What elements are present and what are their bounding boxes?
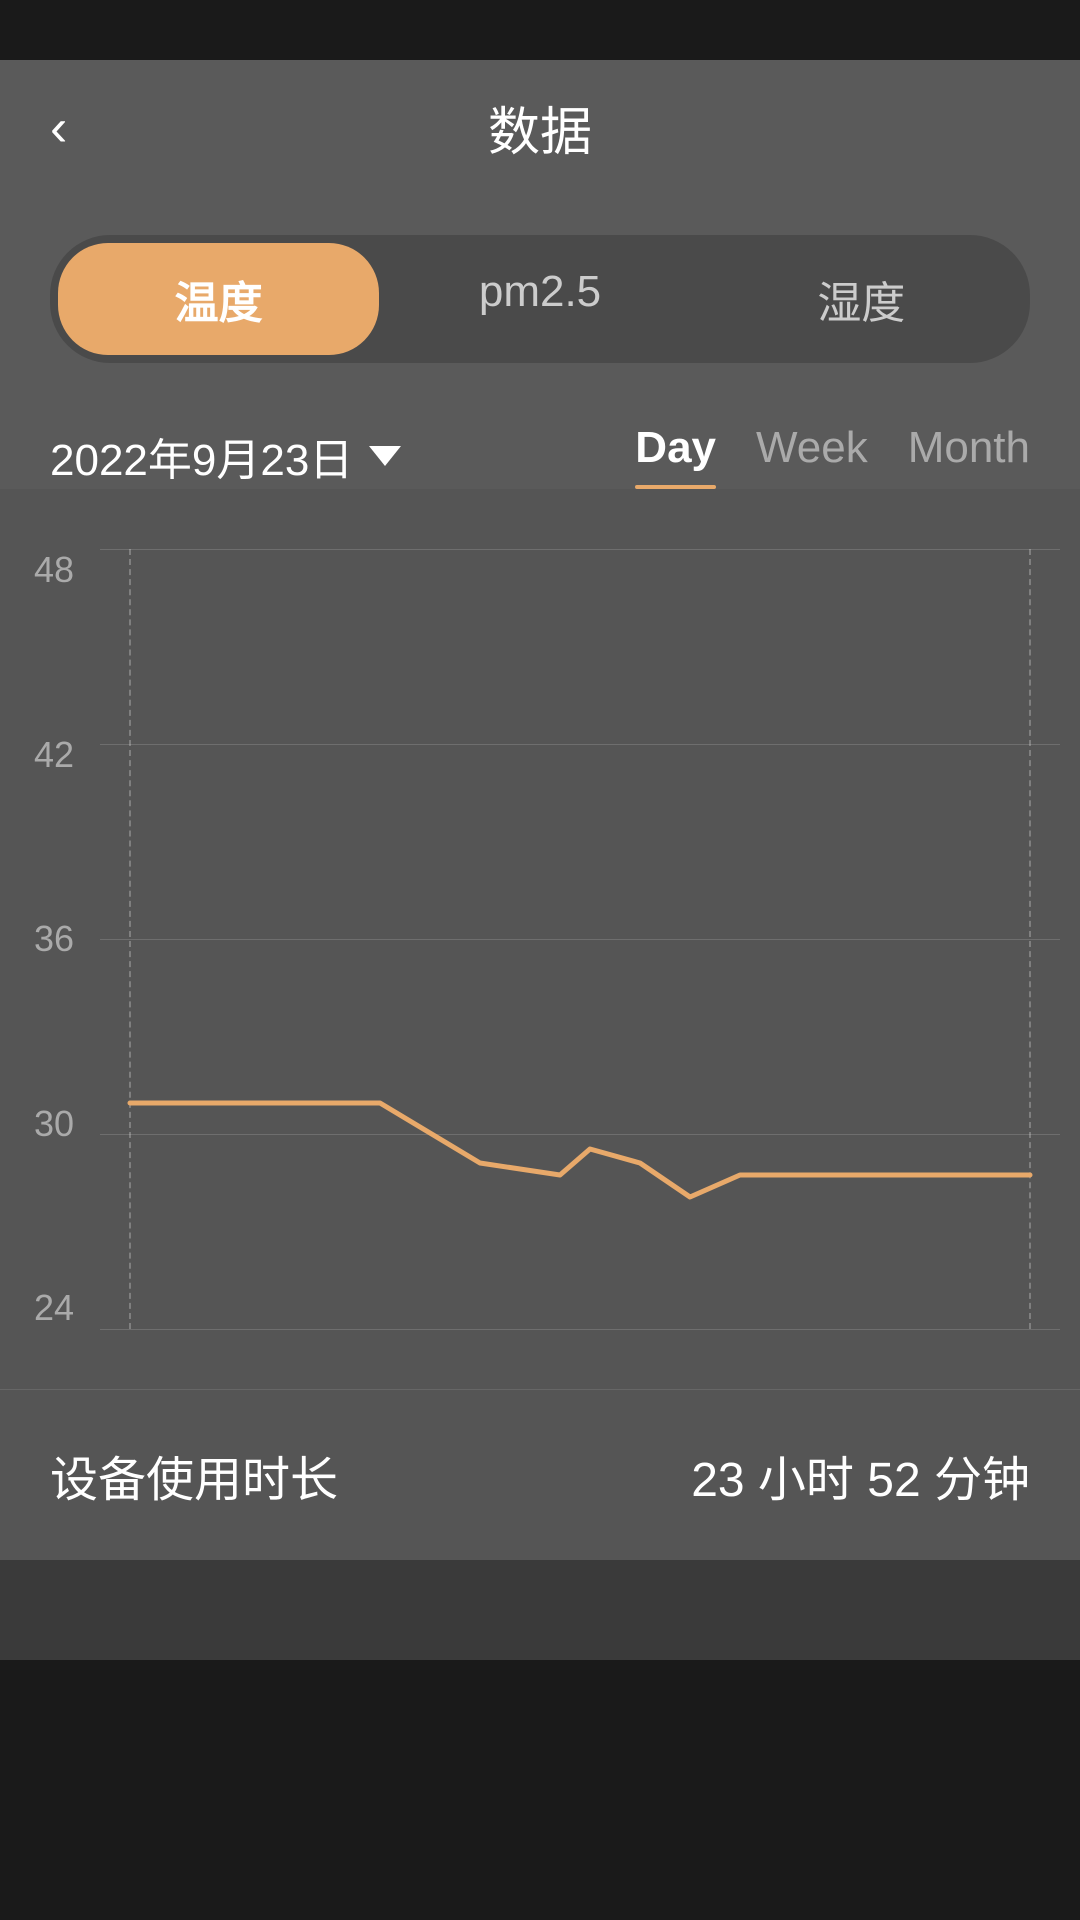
date-text: 2022年9月23日 (50, 424, 353, 488)
usage-label: 设备使用时长 (50, 1440, 338, 1510)
grid-line-bottom (100, 1329, 1060, 1330)
period-tabs: Day Week Month (635, 423, 1030, 489)
y-label-36: 36 (0, 918, 90, 960)
chart-inner: 48 42 36 30 24 (0, 529, 1080, 1389)
content-area: 温度 pm2.5 湿度 2022年9月23日 Day Week Month (0, 195, 1080, 489)
chart-line (130, 1103, 1030, 1197)
y-label-24: 24 (0, 1287, 90, 1329)
period-tab-month[interactable]: Month (908, 423, 1030, 489)
tab-humidity[interactable]: 湿度 (701, 243, 1022, 355)
back-button[interactable]: ‹ (50, 102, 67, 154)
chart-plot (100, 549, 1060, 1329)
date-time-row: 2022年9月23日 Day Week Month (50, 403, 1030, 489)
period-tab-week[interactable]: Week (756, 423, 868, 489)
period-tab-day[interactable]: Day (635, 423, 716, 489)
bottom-bar (0, 1560, 1080, 1660)
metric-tab-selector: 温度 pm2.5 湿度 (50, 235, 1030, 363)
chart-container: 48 42 36 30 24 (0, 489, 1080, 1389)
status-bar (0, 0, 1080, 60)
header: ‹ 数据 (0, 60, 1080, 195)
tab-temperature[interactable]: 温度 (58, 243, 379, 355)
tab-pm25[interactable]: pm2.5 (379, 243, 700, 355)
y-label-48: 48 (0, 549, 90, 591)
y-label-42: 42 (0, 734, 90, 776)
chart-svg (100, 549, 1060, 1329)
footer-stats: 设备使用时长 23 小时 52 分钟 (0, 1389, 1080, 1560)
page-title: 数据 (488, 90, 592, 165)
y-axis-labels: 48 42 36 30 24 (0, 549, 90, 1329)
date-selector[interactable]: 2022年9月23日 (50, 424, 401, 488)
dropdown-arrow-icon (369, 446, 401, 466)
y-label-30: 30 (0, 1103, 90, 1145)
usage-value: 23 小时 52 分钟 (691, 1440, 1030, 1510)
